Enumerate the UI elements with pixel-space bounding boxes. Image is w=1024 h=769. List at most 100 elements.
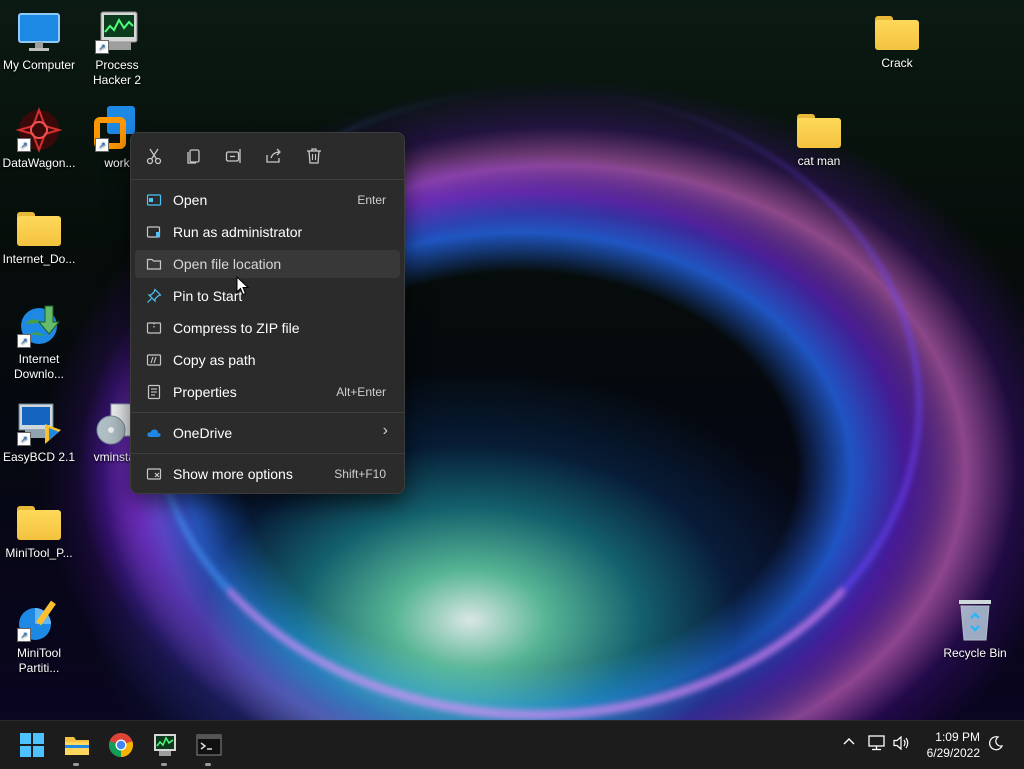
- taskbar-terminal[interactable]: [195, 731, 223, 766]
- cloud-icon: [146, 425, 162, 441]
- desktop-icon-label: MiniTool_P...: [5, 546, 73, 560]
- share-icon[interactable]: [265, 147, 283, 165]
- menu-item-label: OneDrive: [173, 425, 233, 441]
- desktop-icon-label: Crack: [881, 56, 913, 70]
- menu-item-shortcut: Alt+Enter: [336, 385, 386, 399]
- desktop-icon-datawagon[interactable]: ↗ DataWagon...: [0, 106, 78, 171]
- copy-icon[interactable]: [185, 147, 203, 165]
- datawagon-icon: ↗: [15, 106, 63, 154]
- folder-icon: [875, 16, 919, 50]
- more-options-icon: [146, 466, 162, 482]
- menu-item-label: Show more options: [173, 466, 293, 482]
- menu-item-label: Pin to Start: [173, 288, 243, 304]
- clock-time: 1:09 PM: [935, 730, 980, 744]
- menu-item-open[interactable]: Open Enter: [135, 186, 400, 214]
- menu-item-open-file-location[interactable]: Open file location: [135, 250, 400, 278]
- running-indicator: [161, 763, 167, 766]
- taskbar-clock[interactable]: 1:09 PM 6/29/2022: [927, 729, 980, 761]
- desktop-icon-label: Internet_Do...: [2, 252, 76, 266]
- menu-item-show-more-options[interactable]: Show more options Shift+F10: [135, 460, 400, 488]
- open-icon: [146, 192, 162, 208]
- mouse-cursor-icon: [236, 275, 250, 296]
- start-icon: [20, 733, 44, 757]
- monitor-icon: [15, 8, 63, 56]
- desktop[interactable]: My Computer ↗ Process Hacker 2 ↗ DataWag…: [0, 0, 1024, 720]
- desktop-icon-label: MiniTool Partiti...: [16, 646, 61, 675]
- desktop-icon-label: Recycle Bin: [943, 646, 1007, 660]
- taskbar-chrome[interactable]: [107, 731, 135, 759]
- idm-globe-icon: ↗: [15, 302, 63, 350]
- menu-item-label: Copy as path: [173, 352, 256, 368]
- running-indicator: [73, 763, 79, 766]
- process-hacker-icon: [154, 734, 176, 756]
- menu-separator: [131, 412, 404, 413]
- context-menu: Open Enter Run as administrator Open fil…: [130, 132, 405, 494]
- desktop-icon-label: Process Hacker 2: [92, 58, 142, 87]
- show-hidden-icons-chevron-up-icon[interactable]: [842, 735, 856, 753]
- cut-icon[interactable]: [145, 147, 163, 165]
- taskbar-file-explorer[interactable]: [63, 731, 91, 766]
- desktop-icon-minitool-partition[interactable]: ↗ MiniTool Partiti...: [0, 596, 78, 676]
- desktop-icon-recycle-bin[interactable]: Recycle Bin: [936, 596, 1014, 661]
- menu-item-label: Open file location: [173, 256, 282, 272]
- terminal-icon: [196, 734, 222, 756]
- pin-icon: [146, 288, 162, 304]
- start-button[interactable]: [18, 731, 46, 759]
- shortcut-arrow-icon: ↗: [95, 40, 109, 54]
- menu-item-label: Open: [173, 192, 208, 208]
- desktop-icon-cat-man-folder[interactable]: cat man: [780, 106, 858, 169]
- menu-item-compress-to-zip[interactable]: Compress to ZIP file: [135, 314, 400, 342]
- taskbar-process-hacker[interactable]: [151, 731, 179, 766]
- process-hacker-icon: ↗: [93, 8, 141, 56]
- menu-item-run-as-administrator[interactable]: Run as administrator: [135, 218, 400, 246]
- chrome-icon: [109, 733, 133, 757]
- network-icon[interactable]: [868, 735, 886, 755]
- menu-item-shortcut: Shift+F10: [334, 467, 386, 481]
- shortcut-arrow-icon: ↗: [17, 334, 31, 348]
- menu-item-copy-as-path[interactable]: Copy as path: [135, 346, 400, 374]
- shield-icon: [146, 224, 162, 240]
- folder-icon: [797, 114, 841, 148]
- shortcut-arrow-icon: ↗: [95, 138, 109, 152]
- file-explorer-icon: [65, 737, 89, 755]
- shortcut-arrow-icon: ↗: [17, 628, 31, 642]
- desktop-icon-easybcd[interactable]: ↗ EasyBCD 2.1: [0, 400, 78, 465]
- minitool-icon: ↗: [15, 596, 63, 644]
- desktop-icon-label: Internet Downlo...: [13, 352, 65, 381]
- path-icon: [146, 352, 162, 368]
- desktop-icon-label: cat man: [797, 154, 841, 168]
- taskbar: 1:09 PM 6/29/2022: [0, 720, 1024, 769]
- menu-item-pin-to-start[interactable]: Pin to Start: [135, 282, 400, 310]
- menu-item-shortcut: Enter: [357, 193, 386, 207]
- menu-separator: [131, 453, 404, 454]
- chevron-right-icon: ›: [382, 422, 388, 439]
- menu-item-label: Compress to ZIP file: [173, 320, 300, 336]
- menu-item-onedrive[interactable]: OneDrive ›: [135, 419, 400, 447]
- desktop-icon-internet-do-folder[interactable]: Internet_Do...: [0, 204, 78, 267]
- shortcut-arrow-icon: ↗: [17, 138, 31, 152]
- running-indicator: [205, 763, 211, 766]
- menu-separator: [131, 179, 404, 180]
- shortcut-arrow-icon: ↗: [17, 432, 31, 446]
- menu-item-label: Run as administrator: [173, 224, 303, 240]
- menu-item-properties[interactable]: Properties Alt+Enter: [135, 378, 400, 406]
- desktop-icon-process-hacker[interactable]: ↗ Process Hacker 2: [78, 8, 156, 88]
- context-menu-toolbar: [131, 133, 404, 179]
- folder-icon: [17, 212, 61, 246]
- desktop-icon-minitool-folder[interactable]: MiniTool_P...: [0, 498, 78, 561]
- rename-icon[interactable]: [225, 147, 243, 165]
- folder-icon: [17, 506, 61, 540]
- desktop-icon-label: DataWagon...: [2, 156, 76, 170]
- desktop-icon-crack-folder[interactable]: Crack: [858, 8, 936, 71]
- delete-icon[interactable]: [305, 147, 323, 165]
- focus-moon-icon[interactable]: [988, 735, 1004, 755]
- desktop-icon-label: My Computer: [2, 58, 76, 72]
- folder-icon: [146, 256, 162, 272]
- clock-date: 6/29/2022: [926, 746, 980, 760]
- desktop-icon-internet-download-manager[interactable]: ↗ Internet Downlo...: [0, 302, 78, 382]
- zip-icon: [146, 320, 162, 336]
- properties-icon: [146, 384, 162, 400]
- desktop-icon-label: EasyBCD 2.1: [2, 450, 76, 464]
- volume-icon[interactable]: [893, 735, 911, 755]
- desktop-icon-my-computer[interactable]: My Computer: [0, 8, 78, 73]
